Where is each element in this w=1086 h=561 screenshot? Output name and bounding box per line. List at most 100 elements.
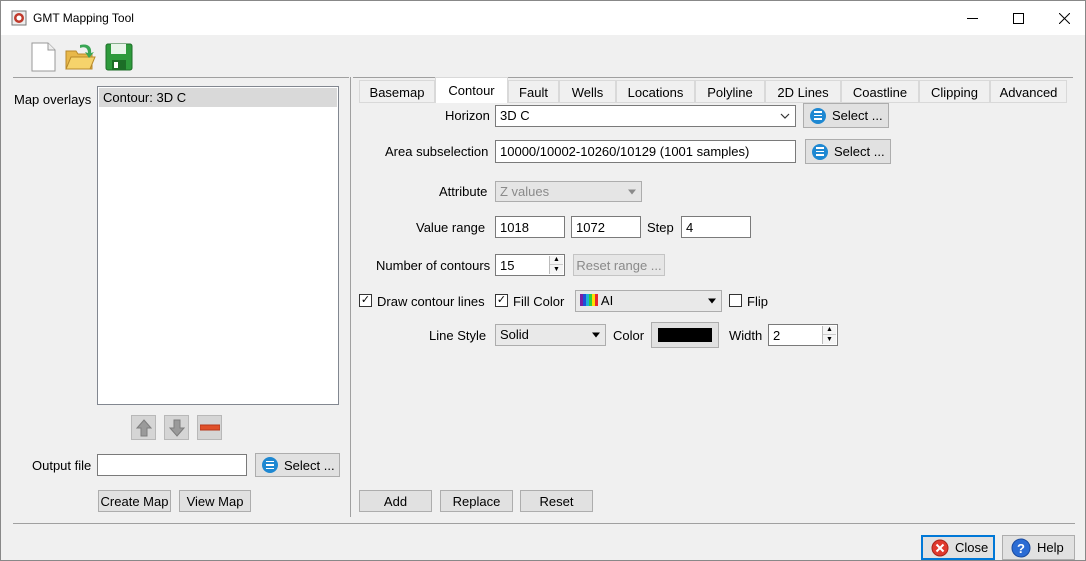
reset-range-button[interactable]: Reset range ... bbox=[573, 254, 665, 276]
tab-advanced[interactable]: Advanced bbox=[990, 80, 1067, 103]
chevron-down-icon bbox=[628, 189, 636, 194]
colortable-icon bbox=[580, 294, 598, 307]
left-panel-divider bbox=[13, 77, 349, 78]
list-item[interactable]: Contour: 3D C bbox=[99, 88, 337, 107]
close-circle-icon bbox=[931, 539, 949, 556]
fill-color-label: Fill Color bbox=[513, 294, 565, 309]
line-style-value: Solid bbox=[500, 327, 529, 342]
attribute-combo: Z values bbox=[495, 181, 642, 202]
reset-button[interactable]: Reset bbox=[520, 490, 593, 512]
draw-contour-lines-checkbox[interactable]: ✓ bbox=[359, 294, 372, 307]
spin-down-icon[interactable]: ▼ bbox=[823, 335, 836, 344]
view-map-button[interactable]: View Map bbox=[179, 490, 251, 512]
width-spinbox[interactable]: 2 ▲ ▼ bbox=[768, 324, 838, 346]
add-button[interactable]: Add bbox=[359, 490, 432, 512]
tab-polyline[interactable]: Polyline bbox=[695, 80, 765, 103]
spin-down-icon[interactable]: ▼ bbox=[550, 265, 563, 274]
move-up-button[interactable] bbox=[131, 415, 156, 440]
range-max-input[interactable]: 1072 bbox=[571, 216, 641, 238]
area-select-label: Select ... bbox=[834, 144, 885, 159]
horizon-combo[interactable]: 3D C bbox=[495, 105, 796, 127]
range-min-input[interactable]: 1018 bbox=[495, 216, 565, 238]
step-input[interactable]: 4 bbox=[681, 216, 751, 238]
horizon-label: Horizon bbox=[445, 108, 490, 123]
colortable-combo[interactable]: AI bbox=[575, 290, 722, 312]
minimize-icon bbox=[966, 17, 978, 19]
colortable-value: AI bbox=[600, 293, 614, 308]
spin-buttons[interactable]: ▲ ▼ bbox=[822, 326, 836, 344]
list-icon bbox=[262, 457, 278, 473]
attribute-label: Attribute bbox=[439, 184, 488, 199]
list-icon bbox=[812, 143, 828, 160]
number-of-contours-value: 15 bbox=[500, 258, 515, 273]
horizon-value: 3D C bbox=[500, 108, 530, 123]
close-window-button[interactable] bbox=[1041, 1, 1086, 35]
tab-wells[interactable]: Wells bbox=[559, 80, 616, 103]
list-icon bbox=[810, 107, 826, 124]
app-icon bbox=[11, 10, 27, 26]
minimize-button[interactable] bbox=[949, 1, 995, 35]
create-map-button[interactable]: Create Map bbox=[98, 490, 171, 512]
horizon-select-button[interactable]: Select ... bbox=[803, 103, 889, 128]
color-label: Color bbox=[613, 328, 645, 343]
chevron-down-icon bbox=[780, 113, 790, 119]
step-label: Step bbox=[647, 220, 674, 235]
arrow-down-icon bbox=[168, 419, 185, 437]
arrow-up-icon bbox=[135, 418, 152, 436]
tab-contour[interactable]: Contour bbox=[435, 77, 508, 103]
move-down-button[interactable] bbox=[164, 415, 189, 440]
line-color-button[interactable] bbox=[651, 322, 719, 348]
help-icon: ? bbox=[1011, 538, 1031, 557]
maximize-icon bbox=[1012, 12, 1024, 24]
close-button[interactable]: Close bbox=[921, 535, 995, 560]
help-button[interactable]: ? Help bbox=[1002, 535, 1075, 560]
output-select-button[interactable]: Select ... bbox=[255, 453, 340, 477]
flip-label: Flip bbox=[747, 294, 768, 309]
map-overlays-list[interactable]: Contour: 3D C bbox=[97, 86, 339, 405]
chevron-down-icon bbox=[708, 298, 716, 304]
tab-fault[interactable]: Fault bbox=[508, 80, 559, 103]
minus-icon bbox=[199, 424, 220, 430]
output-file-label: Output file bbox=[32, 458, 92, 473]
help-button-label: Help bbox=[1037, 540, 1064, 555]
save-icon[interactable] bbox=[103, 41, 135, 73]
draw-contour-lines-label: Draw contour lines bbox=[377, 294, 485, 309]
area-select-button[interactable]: Select ... bbox=[805, 139, 891, 164]
area-subselection-input[interactable]: 10000/10002-10260/10129 (1001 samples) bbox=[495, 140, 796, 163]
open-folder-icon[interactable] bbox=[64, 41, 96, 73]
line-style-combo[interactable]: Solid bbox=[495, 324, 606, 346]
width-value: 2 bbox=[773, 328, 781, 343]
panel-splitter[interactable] bbox=[350, 77, 351, 517]
width-label: Width bbox=[729, 328, 763, 343]
value-range-label: Value range bbox=[416, 220, 486, 235]
tab-clipping[interactable]: Clipping bbox=[919, 80, 990, 103]
output-select-label: Select ... bbox=[284, 457, 335, 473]
output-file-input[interactable] bbox=[97, 454, 247, 476]
main-window: GMT Mapping Tool Map overlays Contour: 3… bbox=[0, 0, 1086, 561]
window-title: GMT Mapping Tool bbox=[33, 11, 134, 25]
title-bar: GMT Mapping Tool bbox=[1, 1, 1085, 35]
tab-2d-lines[interactable]: 2D Lines bbox=[765, 80, 841, 103]
new-file-icon[interactable] bbox=[27, 41, 59, 73]
footer-divider bbox=[13, 523, 1075, 524]
maximize-button[interactable] bbox=[995, 1, 1041, 35]
svg-text:?: ? bbox=[1017, 541, 1025, 556]
attribute-value: Z values bbox=[500, 184, 550, 199]
number-of-contours-label: Number of contours bbox=[376, 258, 491, 273]
close-button-label: Close bbox=[955, 540, 989, 555]
fill-color-checkbox[interactable]: ✓ bbox=[495, 294, 508, 307]
chevron-down-icon bbox=[592, 332, 600, 338]
map-overlays-label: Map overlays bbox=[14, 92, 92, 107]
remove-button[interactable] bbox=[197, 415, 222, 440]
number-of-contours-spinbox[interactable]: 15 ▲ ▼ bbox=[495, 254, 565, 276]
tab-coastline[interactable]: Coastline bbox=[841, 80, 919, 103]
area-subselection-label: Area subselection bbox=[385, 144, 489, 159]
flip-checkbox[interactable] bbox=[729, 294, 742, 307]
tab-locations[interactable]: Locations bbox=[616, 80, 695, 103]
spin-buttons[interactable]: ▲ ▼ bbox=[549, 256, 563, 274]
replace-button[interactable]: Replace bbox=[440, 490, 513, 512]
close-icon bbox=[1058, 12, 1070, 24]
tab-basemap[interactable]: Basemap bbox=[359, 80, 435, 103]
horizon-select-label: Select ... bbox=[832, 108, 883, 123]
line-style-label: Line Style bbox=[429, 328, 487, 343]
